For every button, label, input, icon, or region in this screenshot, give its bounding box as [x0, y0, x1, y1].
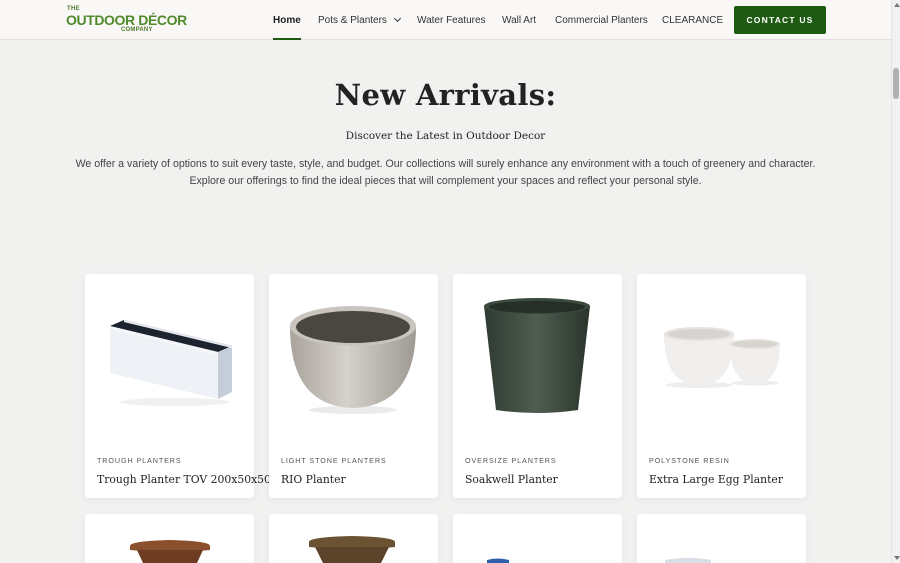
- page-title: New Arrivals:: [334, 78, 557, 112]
- product-card[interactable]: POLYSTONE RESIN Extra Large Egg Planter: [637, 274, 806, 498]
- nav-water-features-label: Water Features: [417, 14, 486, 26]
- product-card[interactable]: OVERSIZE PLANTERS Soakwell Planter: [453, 274, 622, 498]
- product-name[interactable]: RIO Planter: [281, 473, 346, 486]
- product-card[interactable]: [453, 514, 622, 563]
- dark-green-cylinder-planter-image[interactable]: [453, 274, 622, 444]
- nav-home-label: Home: [273, 14, 301, 26]
- bronze-urn-planter-image[interactable]: [269, 514, 438, 563]
- active-underline: [273, 38, 301, 40]
- product-card[interactable]: [637, 514, 806, 563]
- nav-pots-planters-label: Pots & Planters: [318, 14, 387, 26]
- nav-pots-planters[interactable]: Pots & Planters: [318, 0, 401, 40]
- product-name[interactable]: Soakwell Planter: [465, 473, 558, 486]
- contact-us-button[interactable]: CONTACT US: [734, 6, 826, 34]
- logo-line-2: OUTDOOR DÉCOR: [66, 12, 187, 28]
- blue-planter-top-image[interactable]: [453, 514, 622, 563]
- nav-wall-art[interactable]: Wall Art: [502, 0, 536, 40]
- rust-urn-planter-image[interactable]: [85, 514, 254, 563]
- nav-wall-art-label: Wall Art: [502, 14, 537, 26]
- nav-home[interactable]: Home: [273, 0, 301, 40]
- page-subtitle: Discover the Latest in Outdoor Decor: [345, 130, 546, 142]
- light-stone-bowl-planter-image[interactable]: [269, 274, 438, 444]
- product-category: LIGHT STONE PLANTERS: [281, 456, 387, 465]
- nav-clearance-label: CLEARANCE: [662, 14, 724, 26]
- intro-paragraph: We offer a variety of options to suit ev…: [75, 158, 816, 187]
- white-egg-planters-image[interactable]: [637, 274, 806, 444]
- nav-water-features[interactable]: Water Features: [417, 0, 486, 40]
- chevron-down-icon: [393, 14, 401, 23]
- product-name[interactable]: Trough Planter TOV 200x50x50: [97, 473, 271, 486]
- scrollbar-thumb[interactable]: [893, 68, 899, 99]
- scroll-up-icon[interactable]: [894, 3, 900, 7]
- product-category: POLYSTONE RESIN: [649, 456, 730, 465]
- product-category: TROUGH PLANTERS: [97, 456, 182, 465]
- nav-commercial-planters[interactable]: Commercial Planters: [555, 0, 648, 40]
- scroll-down-icon[interactable]: [894, 556, 900, 560]
- page-scrollbar[interactable]: [891, 0, 900, 563]
- product-card[interactable]: [85, 514, 254, 563]
- product-category: OVERSIZE PLANTERS: [465, 456, 557, 465]
- product-name[interactable]: Extra Large Egg Planter: [649, 473, 783, 486]
- nav-commercial-planters-label: Commercial Planters: [555, 14, 648, 26]
- nav-clearance[interactable]: CLEARANCE: [662, 0, 723, 40]
- logo-line-3: COMPANY: [121, 27, 153, 33]
- white-planter-top-image[interactable]: [637, 514, 806, 563]
- white-trough-planter-image[interactable]: [85, 274, 254, 444]
- product-card[interactable]: TROUGH PLANTERS Trough Planter TOV 200x5…: [85, 274, 271, 498]
- site-logo[interactable]: THE OUTDOOR DÉCOR COMPANY: [66, 6, 187, 36]
- product-card[interactable]: [269, 514, 438, 563]
- product-card[interactable]: LIGHT STONE PLANTERS RIO Planter: [269, 274, 438, 498]
- site-header: THE OUTDOOR DÉCOR COMPANY Home Pots & Pl…: [0, 0, 891, 40]
